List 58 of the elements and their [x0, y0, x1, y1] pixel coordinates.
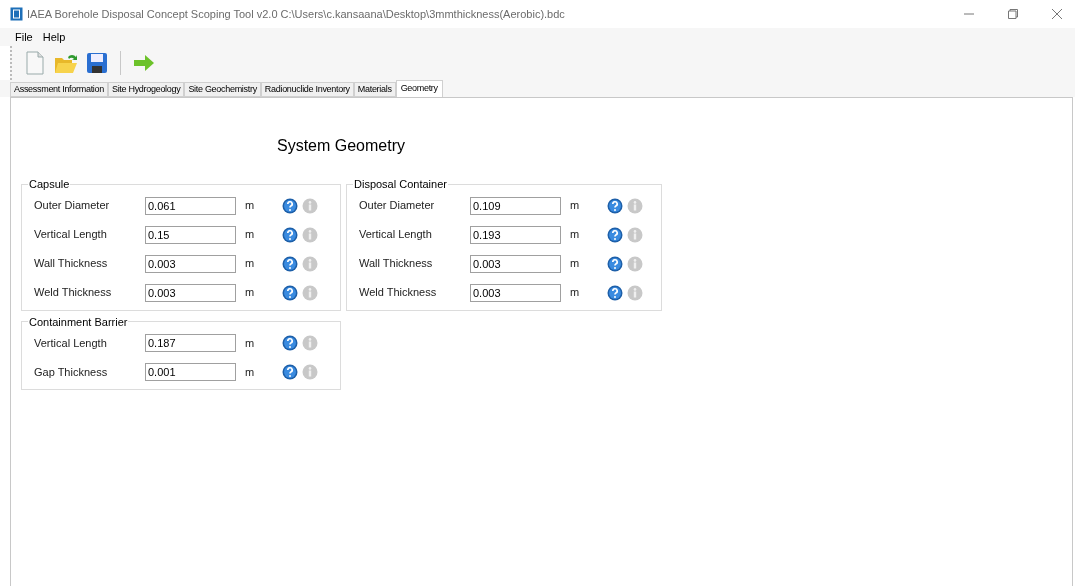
field-label: Vertical Length — [359, 227, 433, 243]
field-label: Wall Thickness — [359, 256, 434, 272]
field-label: Weld Thickness — [34, 285, 113, 301]
field-label: Vertical Length — [34, 335, 108, 351]
input-field[interactable]: 0.003 — [145, 283, 236, 302]
field-label: Outer Diameter — [359, 198, 436, 214]
group-title: Containment Barrier — [28, 314, 129, 330]
unit-label: m — [245, 364, 256, 380]
app-icon — [10, 7, 23, 21]
menu-item[interactable]: File — [10, 28, 38, 46]
input-field[interactable]: 0.193 — [470, 225, 561, 244]
tab[interactable]: Assessment Information — [10, 82, 108, 97]
unit-label: m — [245, 285, 256, 301]
help-icon[interactable] — [607, 226, 623, 243]
help-icon[interactable] — [607, 255, 623, 272]
input-field[interactable]: 0.001 — [145, 363, 236, 381]
unit-label: m — [245, 227, 256, 243]
help-icon[interactable] — [282, 255, 298, 272]
unit-label: m — [570, 256, 581, 272]
field-label: Vertical Length — [34, 227, 108, 243]
help-icon[interactable] — [282, 226, 298, 243]
group-title: Capsule — [28, 177, 71, 192]
tab[interactable]: Geometry — [395, 80, 443, 97]
help-icon[interactable] — [607, 197, 623, 214]
tab[interactable]: Site Geochemistry — [184, 82, 261, 97]
input-field[interactable]: 0.003 — [470, 254, 561, 273]
unit-label: m — [245, 198, 256, 214]
input-field[interactable]: 0.15 — [145, 225, 236, 244]
input-field[interactable]: 0.003 — [470, 283, 561, 302]
unit-label: m — [570, 285, 581, 301]
tab[interactable]: Materials — [353, 82, 396, 97]
input-field[interactable]: 0.109 — [470, 196, 561, 215]
close-icon[interactable] — [1052, 9, 1062, 19]
right-arrow-icon[interactable] — [133, 53, 155, 73]
unit-label: m — [570, 198, 581, 214]
unit-label: m — [245, 335, 256, 351]
group-title: Disposal Container — [353, 177, 448, 192]
tab[interactable]: Radionuclide Inventory — [260, 82, 354, 97]
field-label: Gap Thickness — [34, 364, 109, 380]
window-title: IAEA Borehole Disposal Concept Scoping Tool v2.0 C:\Users\c.kansaana\Desktop\3mmthickness(Aerobic).bdc — [27, 6, 565, 22]
input-field[interactable]: 0.003 — [145, 254, 236, 273]
help-icon[interactable] — [282, 364, 298, 380]
tab[interactable]: Site Hydrogeology — [107, 82, 185, 97]
restore-icon[interactable] — [1008, 9, 1018, 19]
help-icon[interactable] — [282, 335, 298, 351]
help-icon[interactable] — [282, 197, 298, 214]
section-heading: System Geometry — [277, 136, 405, 156]
save-icon[interactable] — [86, 52, 108, 74]
help-icon[interactable] — [282, 284, 298, 301]
input-field[interactable]: 0.061 — [145, 196, 236, 215]
field-label: Outer Diameter — [34, 198, 111, 214]
help-icon[interactable] — [607, 284, 623, 301]
unit-label: m — [245, 256, 256, 272]
menu-item[interactable]: Help — [37, 28, 71, 46]
field-label: Wall Thickness — [34, 256, 109, 272]
input-field[interactable]: 0.187 — [145, 334, 236, 352]
field-label: Weld Thickness — [359, 285, 438, 301]
unit-label: m — [570, 227, 581, 243]
